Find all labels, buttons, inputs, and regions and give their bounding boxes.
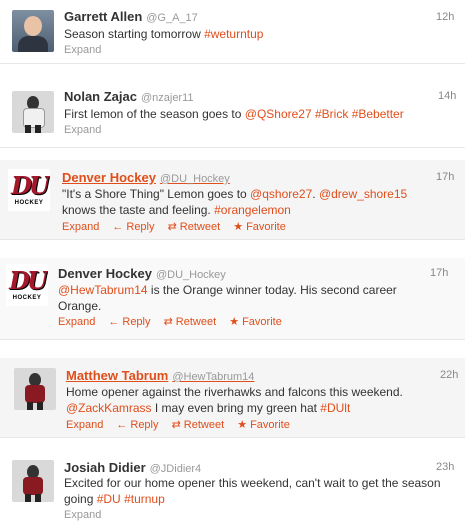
tweet-text-segment: I may even bring my green hat xyxy=(151,401,321,415)
star-icon: ★ xyxy=(233,221,244,233)
avatar[interactable]: DU HOCKEY xyxy=(6,264,48,306)
mention-link[interactable]: @ZackKamrass xyxy=(66,401,152,415)
tweet-time[interactable]: 12h xyxy=(436,11,454,23)
tweet[interactable]: DU HOCKEY Denver Hockey @DU_Hockey 17h "I… xyxy=(0,160,465,240)
tweet[interactable]: Matthew Tabrum @HewTabrum14 22h Home open… xyxy=(0,358,465,438)
retweet-button[interactable]: ⇄ Retweet xyxy=(164,316,217,328)
tweet-text-segment: "It's a Shore Thing" Lemon goes to xyxy=(62,187,251,201)
tweet-text: Home opener against the riverhawks and f… xyxy=(66,384,446,416)
tweet-author[interactable]: Matthew Tabrum @HewTabrum14 xyxy=(66,368,254,383)
mention-link[interactable]: @HewTabrum14 xyxy=(58,283,148,297)
favorite-button[interactable]: ★ Favorite xyxy=(233,221,286,233)
tweet-time[interactable]: 23h xyxy=(436,461,454,473)
tweet-handle[interactable]: @HewTabrum14 xyxy=(172,371,254,383)
tweet-text-segment: Season starting tomorrow xyxy=(64,27,205,41)
expand-link[interactable]: Expand xyxy=(66,419,103,431)
mention-link[interactable]: @drew_shore15 xyxy=(319,187,407,201)
expand-link[interactable]: Expand xyxy=(64,44,101,56)
tweet-handle[interactable]: @nzajer11 xyxy=(141,92,194,104)
favorite-button[interactable]: ★ Favorite xyxy=(229,316,282,328)
tweet-text-segment: . xyxy=(312,187,319,201)
tweet[interactable]: Garrett Allen @G_A_17 12h Season starting… xyxy=(0,0,465,64)
tweet[interactable]: DU HOCKEY Denver Hockey @DU_Hockey 17h @H… xyxy=(0,258,465,340)
tweet-text-segment: knows the taste and feeling. xyxy=(62,203,215,217)
tweet-author[interactable]: Nolan Zajac @nzajer11 xyxy=(64,89,194,104)
tweet-author[interactable]: Josiah Didier @JDidier4 xyxy=(64,460,201,475)
reply-arrow-icon: ← xyxy=(112,221,124,233)
tweet-text: First lemon of the season goes to @QShor… xyxy=(64,106,444,122)
tweet[interactable]: Nolan Zajac @nzajer11 14h First lemon of … xyxy=(0,78,465,148)
reply-button[interactable]: ← Reply xyxy=(116,419,158,431)
retweet-icon: ⇄ xyxy=(163,316,173,328)
tweet-handle[interactable]: @DU_Hockey xyxy=(156,269,226,281)
tweet[interactable]: Josiah Didier @JDidier4 23h Excited for o… xyxy=(0,452,465,532)
tweet-time[interactable]: 14h xyxy=(438,90,456,102)
tweet-actions: Expand ← Reply ⇄ Retweet ★ Favorite xyxy=(62,220,296,233)
tweet-actions: Expand ← Reply ⇄ Retweet ★ Favorite xyxy=(58,315,292,328)
tweet-text-segment: First lemon of the season goes to xyxy=(64,107,245,121)
expand-link[interactable]: Expand xyxy=(64,509,101,521)
star-icon: ★ xyxy=(237,419,248,431)
tweet-author[interactable]: Garrett Allen @G_A_17 xyxy=(64,9,198,24)
retweet-icon: ⇄ xyxy=(167,221,177,233)
hashtag-link[interactable]: #weturntup xyxy=(204,27,263,41)
retweet-button[interactable]: ⇄ Retweet xyxy=(168,221,221,233)
avatar[interactable]: DU HOCKEY xyxy=(8,169,50,211)
reply-arrow-icon: ← xyxy=(108,316,120,328)
hashtag-link[interactable]: #Brick xyxy=(315,107,348,121)
star-icon: ★ xyxy=(229,316,240,328)
tweet-author[interactable]: Denver Hockey @DU_Hockey xyxy=(62,170,230,185)
tweet-text: Season starting tomorrow #weturntup xyxy=(64,26,434,42)
retweet-icon: ⇄ xyxy=(171,419,181,431)
tweet-text: Excited for our home opener this weekend… xyxy=(64,475,444,507)
hashtag-link[interactable]: #Bebetter xyxy=(352,107,404,121)
du-logo: DU xyxy=(9,266,48,295)
expand-link[interactable]: Expand xyxy=(64,124,101,136)
reply-button[interactable]: ← Reply xyxy=(108,316,150,328)
tweet-time[interactable]: 17h xyxy=(436,171,454,183)
reply-button[interactable]: ← Reply xyxy=(112,221,154,233)
tweet-author[interactable]: Denver Hockey @DU_Hockey xyxy=(58,266,226,281)
reply-arrow-icon: ← xyxy=(116,419,128,431)
du-logo: DU xyxy=(11,171,50,200)
mention-link[interactable]: @QShore27 xyxy=(245,107,312,121)
expand-link[interactable]: Expand xyxy=(62,221,99,233)
tweet-text-segment: Home opener against the riverhawks and f… xyxy=(66,385,403,399)
tweet-actions: Expand xyxy=(64,44,101,56)
mention-link[interactable]: @qshore27 xyxy=(250,187,312,201)
expand-link[interactable]: Expand xyxy=(58,316,95,328)
hashtag-link[interactable]: #DU xyxy=(97,492,121,506)
hashtag-link[interactable]: #orangelemon xyxy=(214,203,291,217)
tweet-text: "It's a Shore Thing" Lemon goes to @qsho… xyxy=(62,186,442,218)
favorite-button[interactable]: ★ Favorite xyxy=(237,419,290,431)
avatar[interactable] xyxy=(12,91,54,133)
avatar[interactable] xyxy=(14,368,56,410)
tweet-handle[interactable]: @DU_Hockey xyxy=(160,173,230,185)
tweet-handle[interactable]: @G_A_17 xyxy=(146,12,198,24)
tweet-time[interactable]: 17h xyxy=(430,267,448,279)
tweet-handle[interactable]: @JDidier4 xyxy=(150,463,202,475)
tweet-actions: Expand ← Reply ⇄ Retweet ★ Favorite xyxy=(66,418,300,431)
hashtag-link[interactable]: #turnup xyxy=(124,492,165,506)
tweet-actions: Expand xyxy=(64,509,101,521)
avatar[interactable] xyxy=(12,10,54,52)
hashtag-link[interactable]: #DUlt xyxy=(320,401,350,415)
tweet-actions: Expand xyxy=(64,124,101,136)
tweet-text: @HewTabrum14 is the Orange winner today.… xyxy=(58,282,438,314)
retweet-button[interactable]: ⇄ Retweet xyxy=(172,419,225,431)
avatar[interactable] xyxy=(12,460,54,502)
tweet-time[interactable]: 22h xyxy=(440,369,458,381)
